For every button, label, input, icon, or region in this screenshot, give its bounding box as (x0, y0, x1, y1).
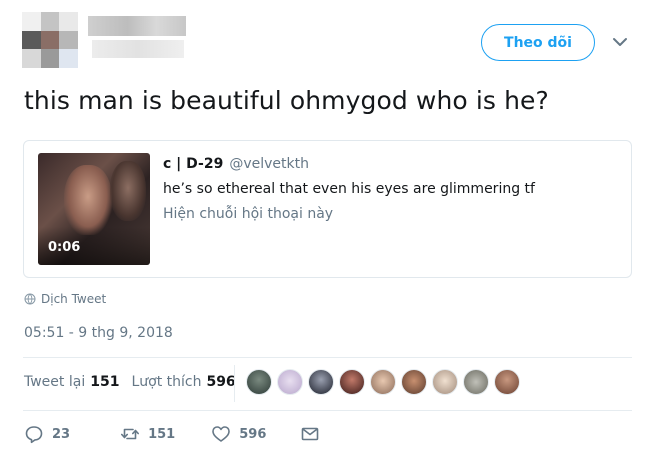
liker-avatar[interactable] (432, 369, 458, 395)
video-duration: 0:06 (48, 240, 81, 255)
quoted-tweet-text: he’s so ethereal that even his eyes are … (163, 181, 535, 197)
liker-avatar[interactable] (339, 369, 365, 395)
retweet-count: 151 (148, 426, 176, 442)
tweet-text: this man is beautiful ohmygod who is he? (24, 86, 549, 115)
envelope-icon (302, 427, 319, 441)
reply-button[interactable]: 23 (24, 424, 70, 444)
handle-blurred[interactable] (92, 40, 184, 58)
liker-avatar[interactable] (463, 369, 489, 395)
quoted-author-handle: @velvetkth (229, 156, 309, 172)
divider (23, 410, 632, 411)
avatar[interactable] (22, 12, 78, 68)
tweet-actions: 23 151 596 (24, 424, 320, 444)
chevron-down-icon[interactable] (612, 36, 628, 48)
display-name-blurred[interactable] (88, 16, 186, 36)
liker-avatar[interactable] (308, 369, 334, 395)
retweet-count-link[interactable]: Tweet lại 151 (24, 374, 119, 390)
show-thread-link[interactable]: Hiện chuỗi hội thoại này (163, 206, 333, 222)
like-count-link[interactable]: Lượt thích 596 (131, 374, 235, 390)
liker-avatar[interactable] (370, 369, 396, 395)
stats-separator (234, 365, 235, 402)
liker-avatar[interactable] (277, 369, 303, 395)
retweet-icon (121, 428, 140, 440)
tweet-timestamp[interactable]: 05:51 - 9 thg 9, 2018 (24, 325, 173, 341)
follow-button[interactable]: Theo dõi (481, 24, 595, 61)
tweet-stats: Tweet lại 151 Lượt thích 596 (24, 374, 236, 390)
like-button[interactable]: 596 (211, 424, 266, 444)
reply-icon (25, 426, 43, 444)
retweet-button[interactable]: 151 (120, 424, 175, 444)
video-thumbnail[interactable]: 0:06 (38, 153, 150, 265)
divider (23, 357, 632, 358)
liker-avatar[interactable] (401, 369, 427, 395)
quoted-tweet[interactable]: 0:06 c | D-29 @velvetkth he’s so ethereal… (23, 140, 632, 278)
translate-label: Dịch Tweet (41, 292, 107, 306)
quoted-tweet-header: c | D-29 @velvetkth (163, 156, 309, 172)
liker-avatar[interactable] (246, 369, 272, 395)
direct-message-button[interactable] (300, 424, 320, 444)
liker-avatar[interactable] (494, 369, 520, 395)
like-count: 596 (239, 426, 267, 442)
reply-count: 23 (52, 426, 71, 442)
heart-icon (212, 426, 231, 442)
translate-tweet-link[interactable]: Dịch Tweet (24, 292, 106, 306)
liker-avatars (246, 369, 525, 395)
globe-icon (24, 293, 36, 305)
quoted-author-name: c | D-29 (163, 156, 224, 172)
